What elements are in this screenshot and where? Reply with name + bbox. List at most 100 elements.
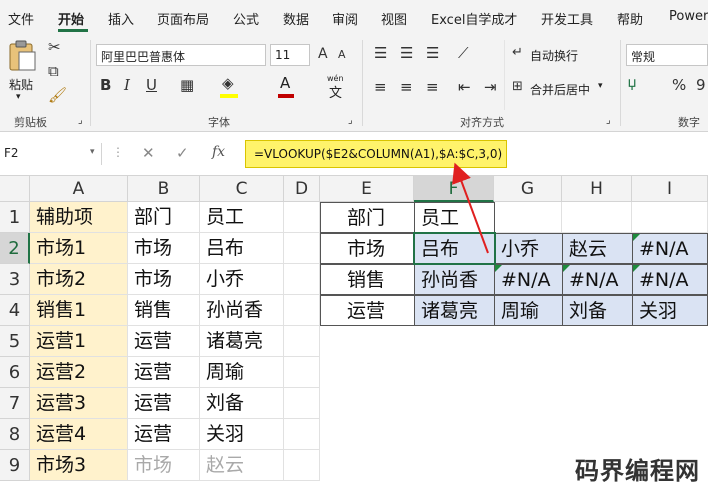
align-left-icon[interactable]: ≡ bbox=[374, 80, 387, 95]
cell-e2[interactable]: 市场 bbox=[320, 233, 415, 264]
cell-i4[interactable]: 关羽 bbox=[632, 295, 708, 326]
cell-a7[interactable]: 运营3 bbox=[30, 388, 128, 419]
chevron-down-icon[interactable]: ▾ bbox=[598, 81, 603, 91]
cell-f2[interactable]: 吕布 bbox=[414, 233, 495, 264]
cell-e1[interactable]: 部门 bbox=[320, 202, 415, 233]
cell-c2[interactable]: 吕布 bbox=[200, 233, 284, 264]
column-header-h[interactable]: H bbox=[562, 176, 632, 202]
grow-font-icon[interactable]: A bbox=[318, 47, 328, 61]
align-top-icon[interactable]: ☰ bbox=[374, 46, 387, 61]
cell-b5[interactable]: 运营 bbox=[128, 326, 200, 357]
cell-i1[interactable] bbox=[632, 202, 708, 233]
chevron-down-icon[interactable]: ▾ bbox=[90, 147, 95, 157]
cell-b9[interactable]: 市场 bbox=[128, 450, 200, 481]
tab-home[interactable]: 开始 bbox=[58, 9, 84, 28]
cell-e4[interactable]: 运营 bbox=[320, 295, 415, 326]
comma-style-icon[interactable]: 9 bbox=[696, 78, 706, 93]
cell-b7[interactable]: 运营 bbox=[128, 388, 200, 419]
tab-review[interactable]: 审阅 bbox=[332, 9, 358, 28]
italic-icon[interactable]: I bbox=[124, 78, 130, 93]
column-header-g[interactable]: G bbox=[494, 176, 562, 202]
tab-data[interactable]: 数据 bbox=[283, 9, 309, 28]
tab-file[interactable]: 文件 bbox=[8, 9, 34, 28]
indent-increase-icon[interactable]: ⇥ bbox=[484, 80, 497, 95]
cell-a8[interactable]: 运营4 bbox=[30, 419, 128, 450]
cell-b4[interactable]: 销售 bbox=[128, 295, 200, 326]
cell-h2[interactable]: 赵云 bbox=[562, 233, 633, 264]
row-header-8[interactable]: 8 bbox=[0, 419, 30, 450]
shrink-font-icon[interactable]: A bbox=[338, 49, 346, 60]
row-header-9[interactable]: 9 bbox=[0, 450, 30, 481]
copy-icon[interactable]: ⧉ bbox=[48, 64, 59, 79]
cell-e3[interactable]: 销售 bbox=[320, 264, 415, 295]
cell-i2[interactable]: #N/A bbox=[632, 233, 708, 264]
tab-help[interactable]: 帮助 bbox=[617, 9, 643, 28]
column-header-f[interactable]: F bbox=[414, 176, 494, 202]
row-header-7[interactable]: 7 bbox=[0, 388, 30, 419]
border-icon[interactable]: ▦ bbox=[180, 78, 194, 93]
number-format-select[interactable]: 常规 bbox=[626, 44, 708, 66]
cell-c7[interactable]: 刘备 bbox=[200, 388, 284, 419]
row-header-1[interactable]: 1 bbox=[0, 202, 30, 233]
cut-icon[interactable]: ✂ bbox=[48, 40, 61, 55]
cell-h1[interactable] bbox=[562, 202, 632, 233]
cancel-icon[interactable]: ✕ bbox=[142, 144, 155, 162]
wrap-text-button[interactable]: 自动换行 bbox=[530, 47, 578, 64]
merge-center-icon[interactable]: ⊞ bbox=[512, 80, 523, 93]
percent-icon[interactable]: % bbox=[672, 78, 686, 93]
column-header-a[interactable]: A bbox=[30, 176, 128, 202]
cell-c3[interactable]: 小乔 bbox=[200, 264, 284, 295]
row-header-6[interactable]: 6 bbox=[0, 357, 30, 388]
error-indicator-icon[interactable] bbox=[633, 265, 640, 272]
dialog-launcher-icon[interactable]: ⌟ bbox=[606, 116, 611, 126]
enter-icon[interactable]: ✓ bbox=[176, 144, 189, 162]
align-right-icon[interactable]: ≡ bbox=[426, 80, 439, 95]
align-bottom-icon[interactable]: ☰ bbox=[426, 46, 439, 61]
row-header-3[interactable]: 3 bbox=[0, 264, 30, 295]
cell-f1[interactable]: 员工 bbox=[414, 202, 495, 233]
cell-h4[interactable]: 刘备 bbox=[562, 295, 633, 326]
cell-f4[interactable]: 诸葛亮 bbox=[414, 295, 495, 326]
cell-b3[interactable]: 市场 bbox=[128, 264, 200, 295]
currency-icon[interactable]: 🝘 bbox=[628, 78, 636, 93]
chevron-down-icon[interactable]: ▾ bbox=[16, 92, 21, 102]
tab-page-layout[interactable]: 页面布局 bbox=[157, 9, 209, 28]
tab-developer[interactable]: 开发工具 bbox=[541, 9, 593, 28]
tab-formulas[interactable]: 公式 bbox=[233, 9, 259, 28]
font-size-select[interactable]: 11 bbox=[270, 44, 310, 66]
cell-b2[interactable]: 市场 bbox=[128, 233, 200, 264]
font-name-select[interactable]: 阿里巴巴普惠体 bbox=[96, 44, 266, 66]
cell-d9[interactable] bbox=[284, 450, 320, 481]
cell-c6[interactable]: 周瑜 bbox=[200, 357, 284, 388]
merge-center-button[interactable]: 合并后居中 bbox=[530, 81, 590, 98]
cell-a1[interactable]: 辅助项 bbox=[30, 202, 128, 233]
cell-c4[interactable]: 孙尚香 bbox=[200, 295, 284, 326]
row-header-4[interactable]: 4 bbox=[0, 295, 30, 326]
cell-d7[interactable] bbox=[284, 388, 320, 419]
cell-c8[interactable]: 关羽 bbox=[200, 419, 284, 450]
indent-decrease-icon[interactable]: ⇤ bbox=[458, 80, 471, 95]
cell-f3[interactable]: 孙尚香 bbox=[414, 264, 495, 295]
cell-b1[interactable]: 部门 bbox=[128, 202, 200, 233]
cell-c5[interactable]: 诸葛亮 bbox=[200, 326, 284, 357]
cell-a5[interactable]: 运营1 bbox=[30, 326, 128, 357]
name-box[interactable]: F2 bbox=[0, 143, 102, 165]
cell-d2[interactable] bbox=[284, 233, 320, 264]
paste-button[interactable]: 粘贴 ▾ bbox=[6, 40, 38, 104]
column-header-b[interactable]: B bbox=[128, 176, 200, 202]
select-all-corner[interactable] bbox=[0, 176, 30, 202]
align-middle-icon[interactable]: ☰ bbox=[400, 46, 413, 61]
formula-input[interactable]: =VLOOKUP($E2&COLUMN(A1),$A:$C,3,0) bbox=[245, 140, 507, 168]
tab-excel-self-study[interactable]: Excel自学成才 bbox=[431, 9, 517, 28]
cell-a9[interactable]: 市场3 bbox=[30, 450, 128, 481]
cell-g3[interactable]: #N/A bbox=[494, 264, 563, 295]
bold-icon[interactable]: B bbox=[100, 78, 111, 93]
tab-view[interactable]: 视图 bbox=[381, 9, 407, 28]
cell-a3[interactable]: 市场2 bbox=[30, 264, 128, 295]
error-indicator-icon[interactable] bbox=[495, 265, 502, 272]
cell-d8[interactable] bbox=[284, 419, 320, 450]
dialog-launcher-icon[interactable]: ⌟ bbox=[78, 116, 83, 126]
cell-d4[interactable] bbox=[284, 295, 320, 326]
cell-h3[interactable]: #N/A bbox=[562, 264, 633, 295]
row-header-5[interactable]: 5 bbox=[0, 326, 30, 357]
